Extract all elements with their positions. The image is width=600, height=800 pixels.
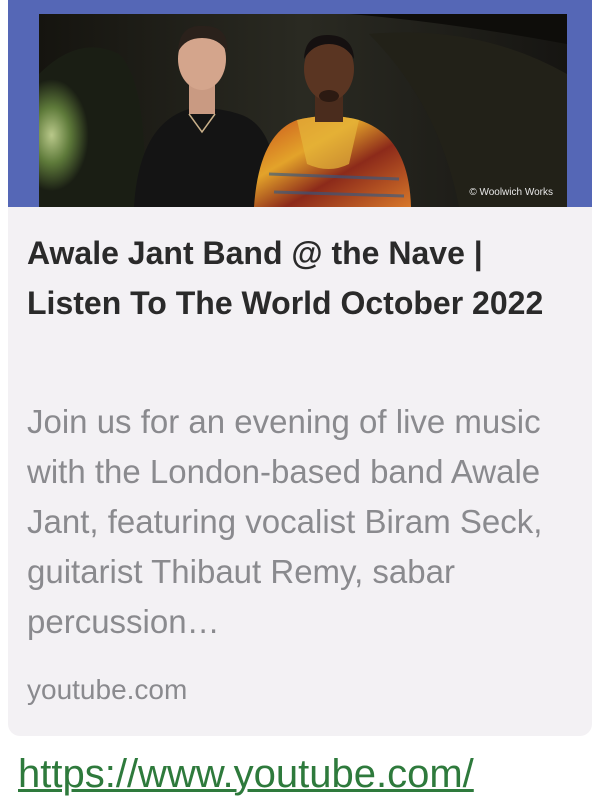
preview-image[interactable]: © Woolwich Works	[39, 14, 567, 207]
preview-title: Awale Jant Band @ the Nave | Listen To T…	[27, 235, 544, 321]
preview-description: Join us for an evening of live music wit…	[27, 403, 543, 640]
link-preview-card[interactable]: © Woolwich Works Awale Jant Band @ the N…	[8, 0, 592, 736]
message-url-link[interactable]: https://www.youtube.com/	[18, 748, 474, 800]
musicians-photo	[39, 14, 567, 207]
message-page: © Woolwich Works Awale Jant Band @ the N…	[0, 0, 600, 800]
photo-credit: © Woolwich Works	[469, 187, 553, 198]
preview-domain: youtube.com	[27, 674, 188, 705]
preview-image-frame: © Woolwich Works	[8, 0, 592, 207]
